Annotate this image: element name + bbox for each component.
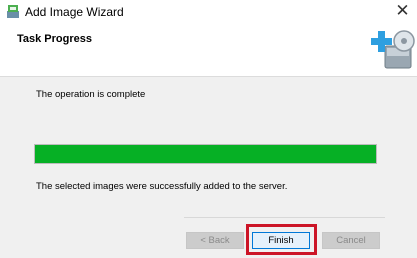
window-title: Add Image Wizard — [25, 5, 124, 19]
add-image-disk-icon — [371, 30, 415, 69]
page-title: Task Progress — [17, 33, 93, 45]
cancel-button[interactable]: Cancel — [322, 232, 380, 249]
back-button[interactable]: < Back — [186, 232, 244, 249]
progress-fill — [35, 145, 376, 163]
title-bar: Add Image Wizard ✕ — [0, 0, 417, 23]
finish-button[interactable]: Finish — [252, 232, 310, 249]
status-text: The operation is complete — [36, 89, 146, 100]
progress-bar — [34, 144, 377, 164]
wizard-header: Task Progress — [0, 23, 417, 77]
result-text: The selected images were successfully ad… — [36, 181, 288, 192]
close-icon[interactable]: ✕ — [395, 1, 409, 20]
close-button[interactable]: ✕ — [388, 0, 417, 23]
wizard-app-icon — [7, 5, 19, 18]
footer-divider — [184, 217, 385, 218]
